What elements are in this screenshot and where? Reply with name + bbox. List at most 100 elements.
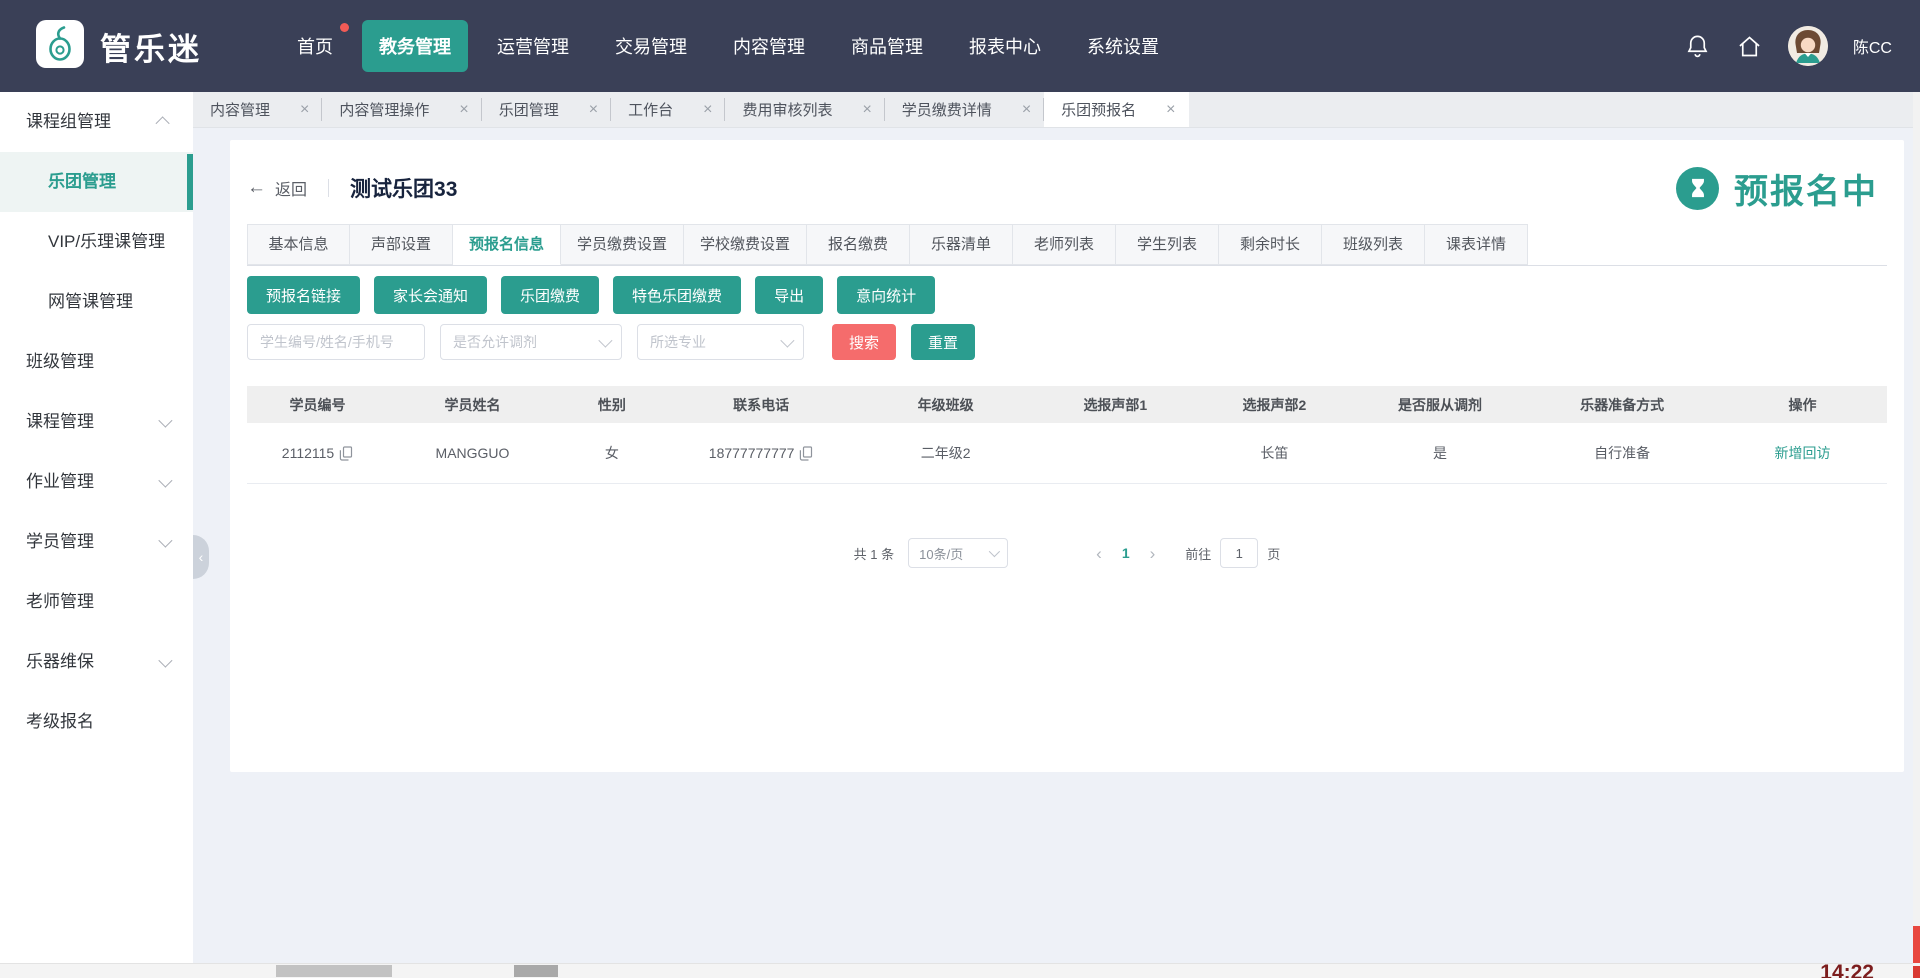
bell-icon[interactable]: [1684, 33, 1711, 60]
nav-item-goods[interactable]: 商品管理: [834, 20, 940, 72]
cell-instrument-prepare: 自行准备: [1526, 443, 1718, 463]
nav-item-academic[interactable]: 教务管理: [362, 20, 468, 72]
goto-page-input[interactable]: [1220, 538, 1258, 568]
horizontal-scrollbar-thumb[interactable]: [514, 965, 558, 977]
page-size-select[interactable]: 10条/页: [908, 538, 1008, 568]
sidebar-item-online-course[interactable]: 网管课管理: [0, 272, 193, 332]
special-orchestra-fee-button[interactable]: 特色乐团缴费: [613, 276, 741, 314]
copy-icon[interactable]: [799, 446, 813, 461]
nav-item-reports[interactable]: 报表中心: [952, 20, 1058, 72]
tab-student-list[interactable]: 学生列表: [1116, 224, 1219, 265]
home-icon[interactable]: [1736, 33, 1763, 60]
sidebar-item-teacher-mgmt[interactable]: 老师管理: [0, 572, 193, 632]
orchestra-fee-button[interactable]: 乐团缴费: [501, 276, 599, 314]
sidebar-item-exam-signup[interactable]: 考级报名: [0, 692, 193, 752]
close-icon[interactable]: ×: [862, 102, 871, 118]
add-followup-link[interactable]: 新增回访: [1774, 443, 1830, 463]
tab-teacher-list[interactable]: 老师列表: [1013, 224, 1116, 265]
page-title: 测试乐团33: [350, 173, 457, 203]
tab-school-fee-setting[interactable]: 学校缴费设置: [684, 224, 807, 265]
cell-name: MANGGUO: [388, 445, 557, 461]
workspace-tab-orchestra-mgmt[interactable]: 乐团管理×: [482, 92, 611, 127]
current-page[interactable]: 1: [1122, 545, 1130, 561]
parent-notice-button[interactable]: 家长会通知: [374, 276, 487, 314]
goto-label: 前往: [1185, 544, 1211, 563]
pagination: 共 1 条 10条/页 ‹ 1 › 前往 页: [230, 538, 1904, 568]
tab-schedule-detail[interactable]: 课表详情: [1425, 224, 1528, 265]
tab-signup-fee[interactable]: 报名缴费: [807, 224, 910, 265]
intention-stats-button[interactable]: 意向统计: [837, 276, 935, 314]
student-search-input[interactable]: [247, 324, 425, 360]
close-icon[interactable]: ×: [589, 102, 598, 118]
close-icon[interactable]: ×: [1022, 102, 1031, 118]
detail-tabs: 基本信息 声部设置 预报名信息 学员缴费设置 学校缴费设置 报名缴费 乐器清单 …: [247, 224, 1887, 266]
horizontal-scrollbar[interactable]: [0, 963, 1920, 978]
tab-student-fee-setting[interactable]: 学员缴费设置: [561, 224, 684, 265]
workspace-tab-fee-audit[interactable]: 费用审核列表×: [725, 92, 884, 127]
col-part1: 选报声部1: [1036, 395, 1195, 415]
vertical-scrollbar-thumb[interactable]: [1913, 966, 1920, 978]
tab-class-list[interactable]: 班级列表: [1322, 224, 1425, 265]
app-logo[interactable]: 管乐迷: [36, 20, 202, 73]
reset-button[interactable]: 重置: [911, 324, 975, 360]
table-header: 学员编号 学员姓名 性别 联系电话 年级班级 选报声部1 选报声部2 是否服从调…: [247, 386, 1887, 423]
sidebar-item-class-mgmt[interactable]: 班级管理: [0, 332, 193, 392]
notification-dot: [340, 23, 349, 32]
clock-overlay: 14:22: [1820, 961, 1874, 978]
adjust-select[interactable]: 是否允许调剂: [440, 324, 622, 360]
export-button[interactable]: 导出: [755, 276, 823, 314]
workspace-tab-payment-detail[interactable]: 学员缴费详情×: [885, 92, 1044, 127]
tab-voice-part-setting[interactable]: 声部设置: [350, 224, 453, 265]
vertical-scrollbar[interactable]: [1913, 92, 1920, 964]
close-icon[interactable]: ×: [300, 102, 309, 118]
sidebar-item-course-group[interactable]: 课程组管理: [0, 92, 193, 152]
nav-item-home[interactable]: 首页: [280, 20, 350, 72]
chevron-down-icon: [989, 546, 1000, 557]
sidebar-item-instrument-maint[interactable]: 乐器维保: [0, 632, 193, 692]
workspace-tab-workbench[interactable]: 工作台×: [611, 92, 725, 127]
copy-icon[interactable]: [339, 446, 353, 461]
nav-item-content[interactable]: 内容管理: [716, 20, 822, 72]
back-button[interactable]: ←返回: [247, 176, 307, 200]
nav-item-trade[interactable]: 交易管理: [598, 20, 704, 72]
chevron-down-icon: [158, 474, 172, 488]
close-icon[interactable]: ×: [1166, 102, 1175, 118]
tab-remaining-time[interactable]: 剩余时长: [1219, 224, 1322, 265]
total-count: 共 1 条: [854, 544, 894, 563]
pre-signup-link-button[interactable]: 预报名链接: [247, 276, 360, 314]
cell-grade-class: 二年级2: [855, 443, 1035, 463]
username[interactable]: 陈CC: [1853, 34, 1892, 58]
students-table: 学员编号 学员姓名 性别 联系电话 年级班级 选报声部1 选报声部2 是否服从调…: [247, 386, 1887, 484]
vertical-scrollbar-thumb[interactable]: [1913, 926, 1920, 963]
workspace-tab-content-mgmt[interactable]: 内容管理×: [193, 92, 322, 127]
workspace-tab-pre-signup[interactable]: 乐团预报名×: [1044, 92, 1188, 127]
major-select[interactable]: 所选专业: [637, 324, 804, 360]
col-part2: 选报声部2: [1195, 395, 1354, 415]
logo-icon: [36, 20, 84, 73]
nav-item-operations[interactable]: 运营管理: [480, 20, 586, 72]
close-icon[interactable]: ×: [703, 102, 712, 118]
sidebar-item-vip-theory[interactable]: VIP/乐理课管理: [0, 212, 193, 272]
next-page-button[interactable]: ›: [1150, 545, 1156, 562]
table-row: 2112115 MANGGUO 女 18777777777 二年级2 长笛 是 …: [247, 423, 1887, 484]
horizontal-scrollbar-thumb[interactable]: [276, 965, 392, 977]
sidebar-item-orchestra-mgmt[interactable]: 乐团管理: [0, 152, 193, 212]
sidebar-item-student-mgmt[interactable]: 学员管理: [0, 512, 193, 572]
sidebar-item-homework-mgmt[interactable]: 作业管理: [0, 452, 193, 512]
tab-basic-info[interactable]: 基本信息: [247, 224, 350, 265]
col-student-id: 学员编号: [247, 395, 388, 415]
chevron-down-icon: [598, 334, 612, 348]
prev-page-button[interactable]: ‹: [1096, 545, 1102, 562]
avatar[interactable]: [1788, 26, 1828, 66]
col-gender: 性别: [557, 395, 667, 415]
tab-instrument-list[interactable]: 乐器清单: [910, 224, 1013, 265]
tab-pre-signup-info[interactable]: 预报名信息: [453, 224, 561, 265]
filter-row: 是否允许调剂 所选专业 搜索 重置: [247, 324, 1887, 360]
nav-menu: 首页 教务管理 运营管理 交易管理 内容管理 商品管理 报表中心 系统设置: [280, 20, 1176, 72]
nav-item-settings[interactable]: 系统设置: [1070, 20, 1176, 72]
workspace-tab-content-ops[interactable]: 内容管理操作×: [322, 92, 481, 127]
close-icon[interactable]: ×: [459, 102, 468, 118]
sidebar-item-course-mgmt[interactable]: 课程管理: [0, 392, 193, 452]
search-button[interactable]: 搜索: [832, 324, 896, 360]
top-navbar: 管乐迷 首页 教务管理 运营管理 交易管理 内容管理 商品管理 报表中心 系统设…: [0, 0, 1920, 92]
